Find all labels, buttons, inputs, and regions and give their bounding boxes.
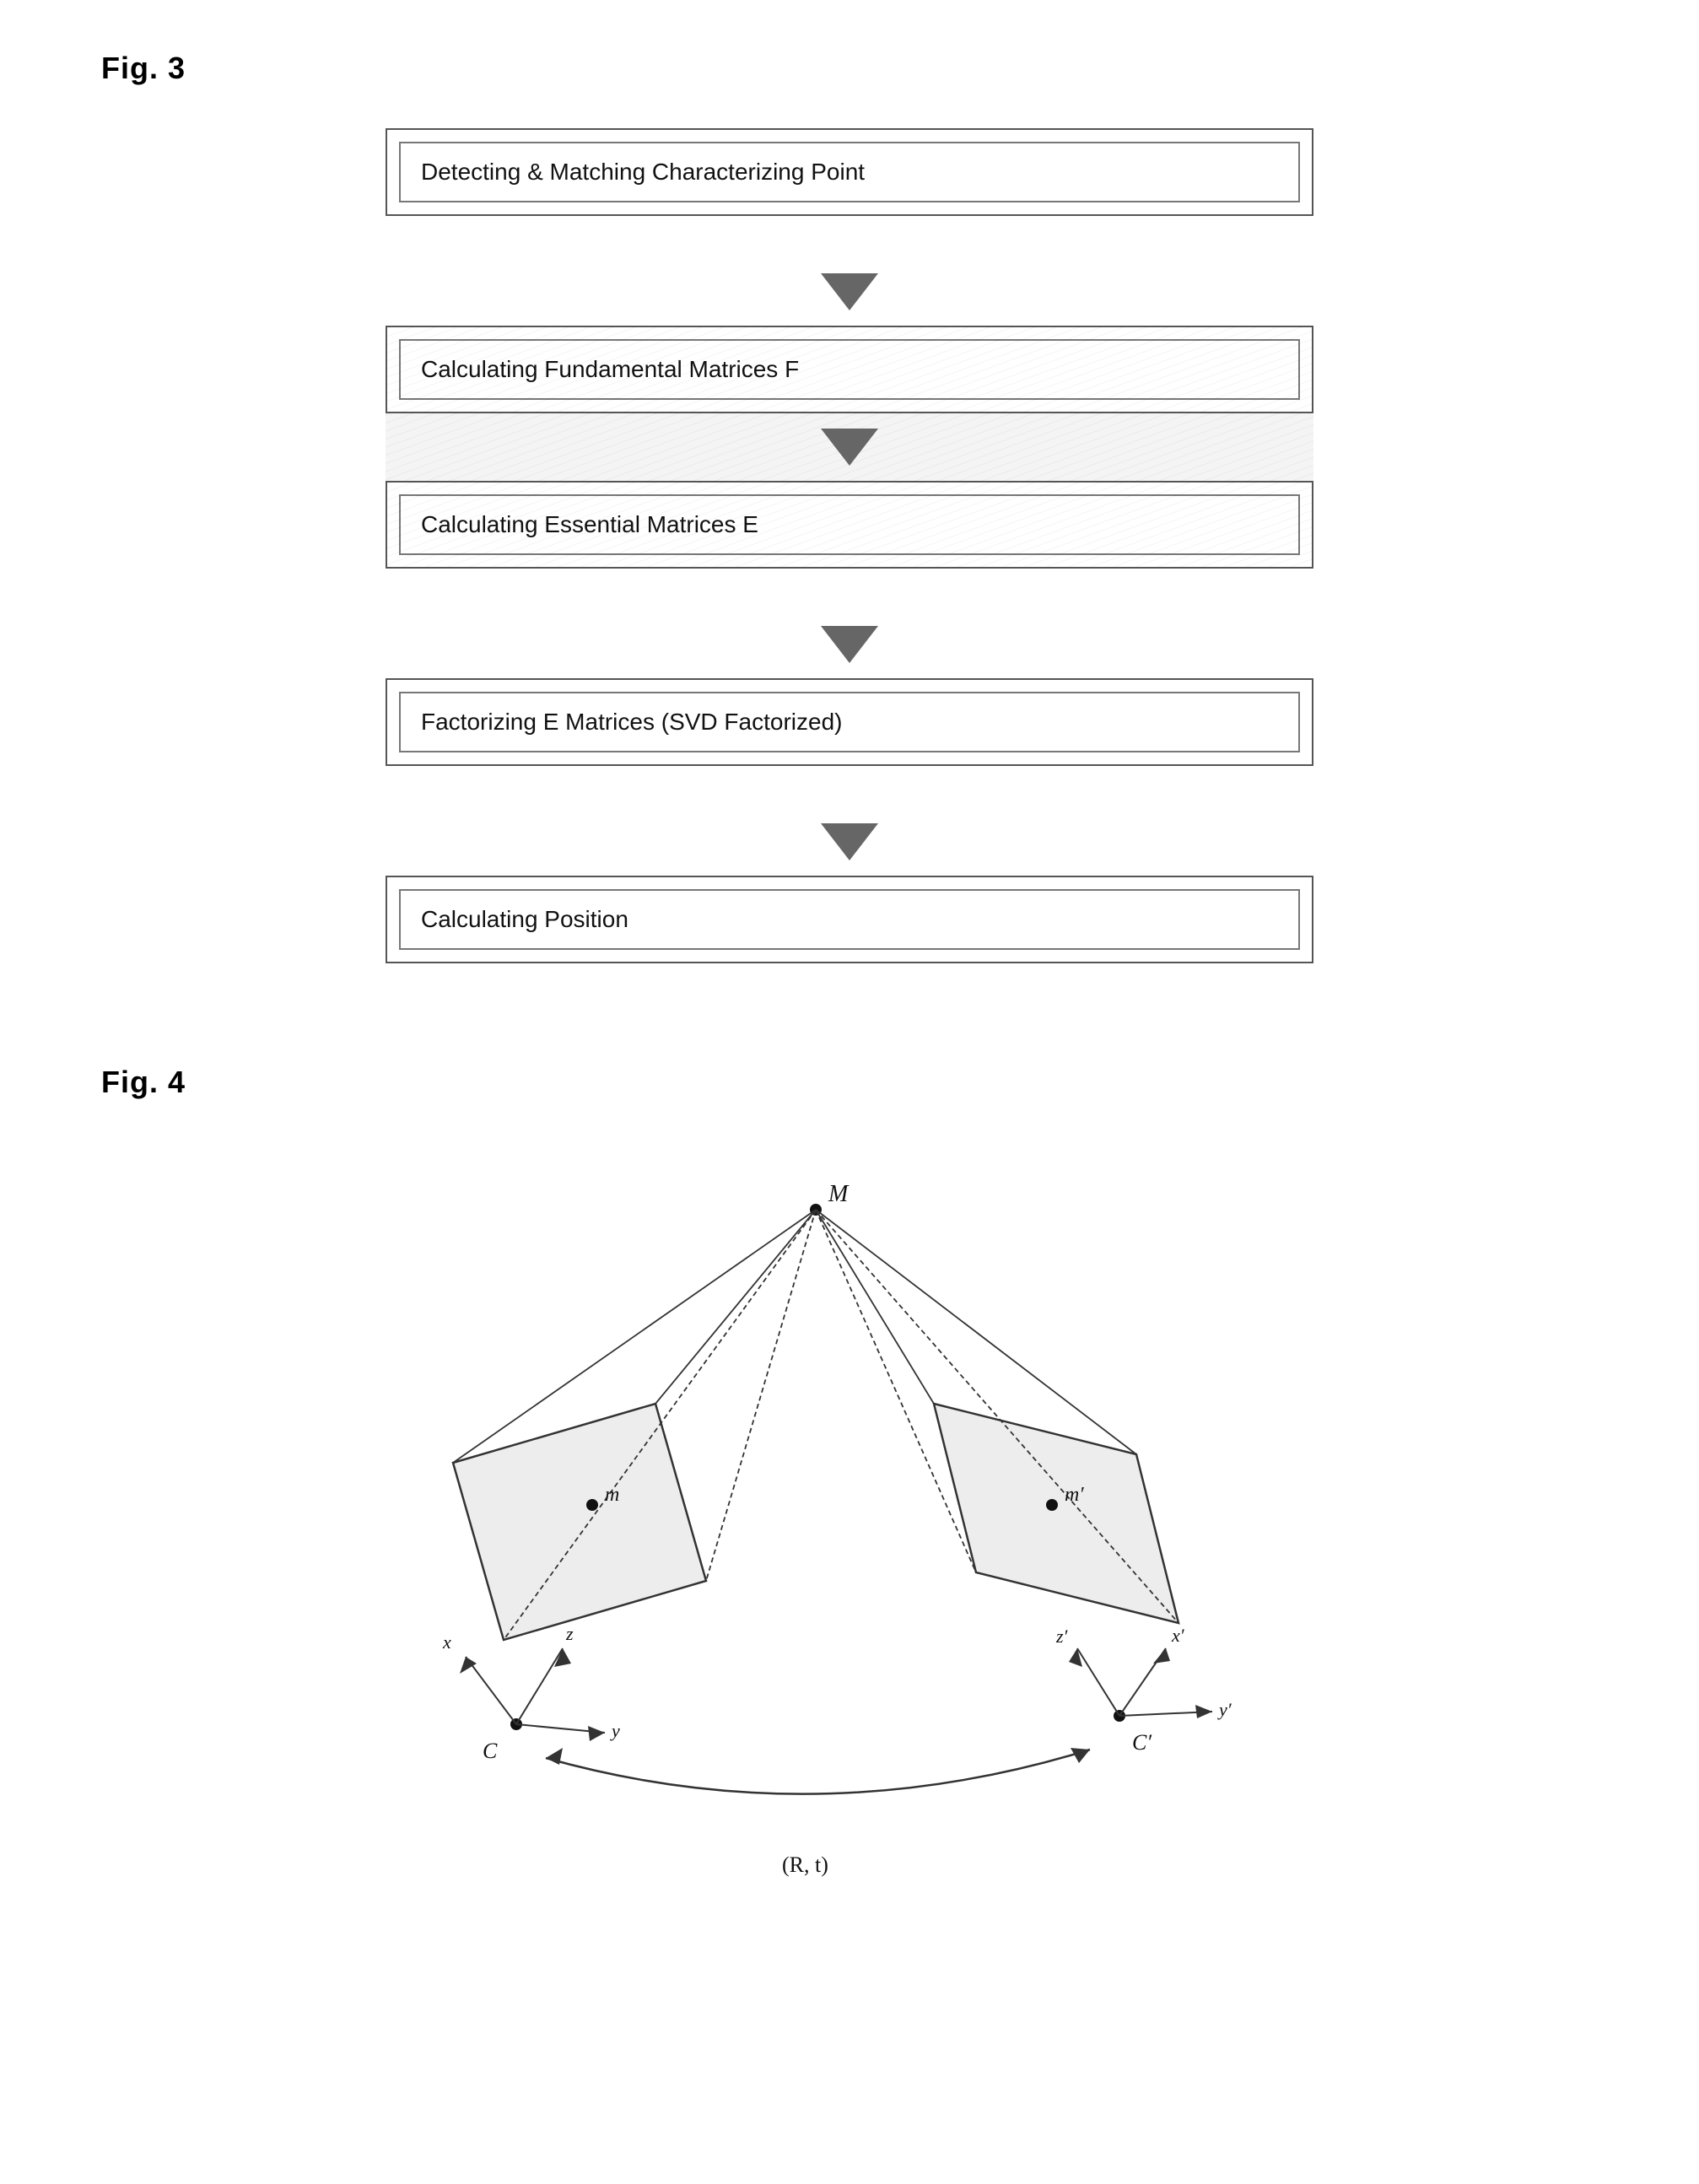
svg-text:C: C (483, 1739, 498, 1763)
svg-text:x: x (442, 1631, 451, 1653)
fig4-label: Fig. 4 (101, 1065, 1598, 1100)
arrow-2 (386, 413, 1313, 481)
fig3-label: Fig. 3 (101, 51, 1598, 86)
fig4-svg: M m m′ C (343, 1142, 1356, 1901)
svg-text:M: M (828, 1181, 850, 1207)
flow-group-5: Calculating Position (386, 876, 1313, 963)
svg-text:m: m (605, 1484, 619, 1506)
flow-box-5: Calculating Position (399, 889, 1300, 950)
flow-group-1: Detecting & Matching Characterizing Poin… (386, 128, 1313, 216)
flow-group-2: Calculating Fundamental Matrices F (386, 326, 1313, 413)
svg-text:z: z (565, 1623, 574, 1644)
flow-box-1: Detecting & Matching Characterizing Poin… (399, 142, 1300, 202)
fig3-section: Fig. 3 Detecting & Matching Characterizi… (101, 51, 1598, 963)
arrow-4 (386, 808, 1313, 876)
svg-text:C′: C′ (1132, 1730, 1152, 1755)
arrow-3 (386, 611, 1313, 678)
fig4-diagram: M m m′ C (343, 1142, 1356, 1901)
fig4-section: Fig. 4 M m m′ (101, 1065, 1598, 1901)
svg-text:x′: x′ (1171, 1625, 1185, 1646)
flow-group-3: Calculating Essential Matrices E (386, 481, 1313, 569)
flowchart: Detecting & Matching Characterizing Poin… (386, 128, 1313, 963)
svg-text:y′: y′ (1217, 1699, 1232, 1720)
flow-box-3: Calculating Essential Matrices E (399, 494, 1300, 555)
svg-text:y: y (610, 1720, 620, 1741)
flow-group-4: Factorizing E Matrices (SVD Factorized) (386, 678, 1313, 766)
flow-box-2: Calculating Fundamental Matrices F (399, 339, 1300, 400)
svg-text:z′: z′ (1055, 1626, 1069, 1647)
svg-text:m′: m′ (1065, 1484, 1084, 1506)
arrow-1 (386, 258, 1313, 326)
flow-box-4: Factorizing E Matrices (SVD Factorized) (399, 692, 1300, 752)
svg-text:(R, t): (R, t) (782, 1852, 828, 1877)
